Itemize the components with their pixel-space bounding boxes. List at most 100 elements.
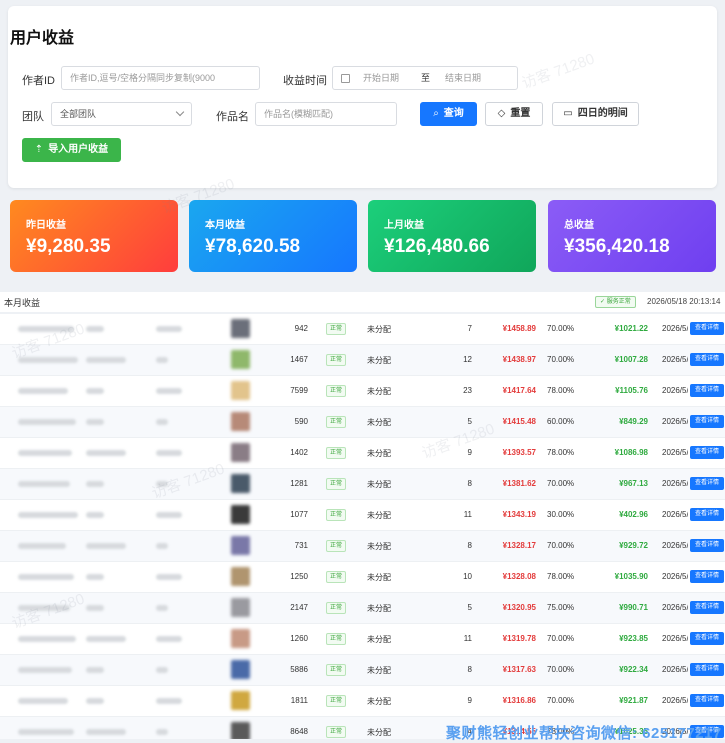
blurred-author-id <box>18 326 74 332</box>
stat-label: 上月收益 <box>384 220 424 231</box>
view-detail-button[interactable]: 查看详情 <box>690 353 724 366</box>
import-button[interactable]: ⇡ 导入用户收益 <box>22 138 121 162</box>
net-amount: ¥1086.98 <box>614 448 648 457</box>
date-range-picker[interactable]: 开始日期 至 结束日期 <box>332 66 518 90</box>
work-name-input[interactable]: 作品名(模糊匹配) <box>255 102 397 126</box>
view-detail-button[interactable]: 查看详情 <box>690 663 724 676</box>
stat-label: 总收益 <box>564 220 594 231</box>
table-row: 1260 正常 未分配 11 ¥1319.78 70.00% ¥923.85 2026/5/1… <box>0 624 725 655</box>
allocation-status: 未分配 <box>367 449 391 458</box>
author-id-input[interactable]: 作者ID,逗号/空格分隔同步复制(9000 <box>61 66 260 90</box>
share-ratio: 70.00% <box>547 541 575 550</box>
blurred-author-name <box>86 481 104 487</box>
view-detail-button[interactable]: 查看详情 <box>690 446 724 459</box>
work-thumbnail <box>231 629 250 648</box>
date-label: 收益时间 <box>283 75 327 87</box>
reset-button[interactable]: ◇ 重置 <box>485 102 543 126</box>
blurred-team <box>156 698 182 704</box>
allocation-status: 未分配 <box>367 480 391 489</box>
blurred-team <box>156 636 182 642</box>
blurred-team <box>156 574 182 580</box>
work-id: 7599 <box>290 386 308 395</box>
updated-timestamp: 2026/05/18 20:13:14 <box>647 297 721 306</box>
blurred-author-id <box>18 450 72 456</box>
blurred-author-name <box>86 419 104 425</box>
table-row: 5886 正常 未分配 8 ¥1317.63 70.00% ¥922.34 2026/5/18… <box>0 655 725 686</box>
calendar-icon: ▭ <box>563 108 573 119</box>
blurred-team <box>156 667 168 673</box>
row-date: 2026/5/18 <box>662 541 688 550</box>
work-thumbnail <box>231 691 250 710</box>
blurred-author-name <box>86 605 104 611</box>
share-ratio: 70.00% <box>547 355 575 364</box>
work-thumbnail <box>231 505 250 524</box>
view-detail-button[interactable]: 查看详情 <box>690 694 724 707</box>
status-badge: 正常 <box>326 416 347 428</box>
blurred-author-id <box>18 636 76 642</box>
blurred-team <box>156 481 168 487</box>
team-select-value: 全部团队 <box>60 109 97 119</box>
page-title: 用户收益 <box>10 30 75 47</box>
work-id: 1402 <box>290 448 308 457</box>
blurred-author-name <box>86 667 104 673</box>
stat-card-this-month: 本月收益 ¥78,620.58 <box>189 200 357 272</box>
net-amount: ¥1021.22 <box>614 324 648 333</box>
net-amount: ¥1035.90 <box>614 572 648 581</box>
table-row: 1811 正常 未分配 9 ¥1316.86 70.00% ¥921.87 2026/5/18… <box>0 686 725 717</box>
work-thumbnail <box>231 722 250 739</box>
gross-amount: ¥1415.48 <box>502 417 536 426</box>
status-badge: 正常 <box>326 695 347 707</box>
share-ratio: 30.00% <box>547 510 575 519</box>
allocation-status: 未分配 <box>367 728 391 737</box>
stat-card-yesterday: 昨日收益 ¥9,280.35 <box>10 200 178 272</box>
status-badge: 正常 <box>326 540 347 552</box>
allocation-status: 未分配 <box>367 573 391 582</box>
view-detail-button[interactable]: 查看详情 <box>690 632 724 645</box>
table-row: 2147 正常 未分配 5 ¥1320.95 75.00% ¥990.71 2026/5/18… <box>0 593 725 624</box>
status-badge: 正常 <box>326 323 347 335</box>
row-date: 2026/5/18 <box>662 696 688 705</box>
search-icon: ⌕ <box>433 108 439 119</box>
work-id: 2147 <box>290 603 308 612</box>
order-count: 23 <box>463 386 472 395</box>
blurred-author-name <box>86 636 126 642</box>
view-detail-button[interactable]: 查看详情 <box>690 415 724 428</box>
blurred-author-name <box>86 729 126 735</box>
view-detail-button[interactable]: 查看详情 <box>690 322 724 335</box>
view-detail-button[interactable]: 查看详情 <box>690 601 724 614</box>
team-label: 团队 <box>22 111 44 123</box>
blurred-team <box>156 388 182 394</box>
view-detail-button[interactable]: 查看详情 <box>690 570 724 583</box>
stat-label: 昨日收益 <box>26 220 66 231</box>
today-detail-button[interactable]: ▭ 四日的明间 <box>552 102 639 126</box>
view-detail-button[interactable]: 查看详情 <box>690 539 724 552</box>
order-count: 8 <box>467 665 472 674</box>
status-badge: 正常 <box>326 602 347 614</box>
order-count: 11 <box>463 510 472 519</box>
blurred-author-name <box>86 543 126 549</box>
share-ratio: 78.00% <box>547 448 575 457</box>
view-detail-button[interactable]: 查看详情 <box>690 477 724 490</box>
stat-label: 本月收益 <box>205 220 245 231</box>
status-badge: 正常 <box>326 385 347 397</box>
view-detail-button[interactable]: 查看详情 <box>690 508 724 521</box>
view-detail-button[interactable]: 查看详情 <box>690 384 724 397</box>
team-select[interactable]: 全部团队 <box>51 102 192 126</box>
blurred-team <box>156 326 182 332</box>
allocation-status: 未分配 <box>367 418 391 427</box>
share-ratio: 70.00% <box>547 479 575 488</box>
net-amount: ¥990.71 <box>619 603 648 612</box>
table-row: 1402 正常 未分配 9 ¥1393.57 78.00% ¥1086.98 2026/5/1… <box>0 438 725 469</box>
row-date: 2026/5/18 <box>662 324 688 333</box>
reset-icon: ◇ <box>497 108 506 119</box>
blurred-author-id <box>18 481 70 487</box>
status-badge: 正常 <box>326 447 347 459</box>
allocation-status: 未分配 <box>367 325 391 334</box>
row-date: 2026/5/18 <box>662 448 688 457</box>
net-amount: ¥402.96 <box>619 510 648 519</box>
stat-value: ¥78,620.58 <box>205 236 301 257</box>
net-amount: ¥967.13 <box>619 479 648 488</box>
work-id: 1281 <box>290 479 308 488</box>
work-id: 590 <box>294 417 308 426</box>
query-button[interactable]: ⌕ 查询 <box>420 102 477 126</box>
